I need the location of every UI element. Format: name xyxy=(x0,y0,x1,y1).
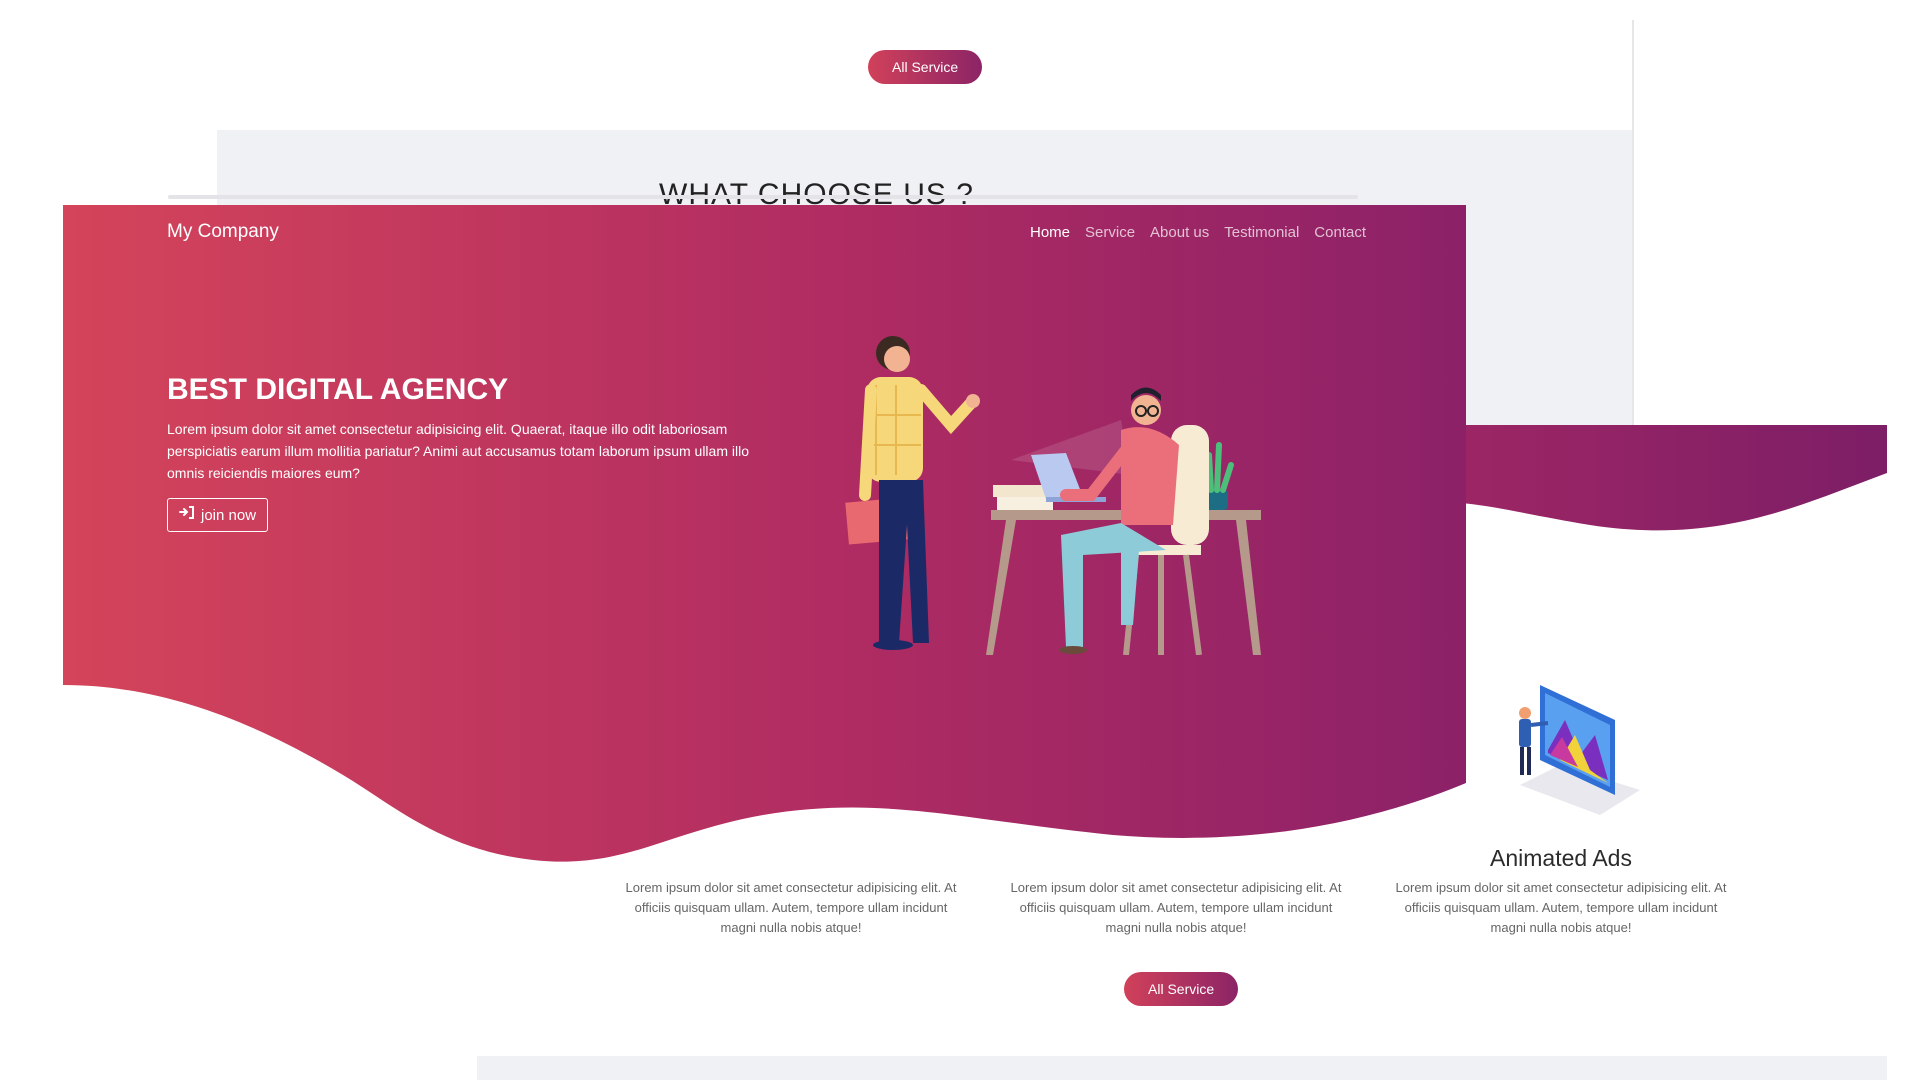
hero-title: BEST DIGITAL AGENCY xyxy=(167,373,509,406)
hero-text: Lorem ipsum dolor sit amet consectetur a… xyxy=(167,421,749,481)
office-people-illustration xyxy=(821,325,1341,656)
hero-section: My Company Home Service About us Testimo… xyxy=(63,195,1466,865)
join-now-label: join now xyxy=(201,506,257,524)
all-service-button-top[interactable]: All Service xyxy=(868,50,983,84)
service-text-2: Lorem ipsum dolor sit amet consectetur a… xyxy=(1010,880,1342,935)
all-service-button-bottom[interactable]: All Service xyxy=(1124,972,1239,1006)
back-page-top: All Service WHAT CHOOSE US ? xyxy=(0,0,1634,425)
service-text-1: Lorem ipsum dolor sit amet consectetur a… xyxy=(625,880,957,935)
page-edge-divider xyxy=(1632,20,1634,425)
brand-logo[interactable]: My Company xyxy=(167,221,279,243)
main-nav: Home Service About us Testimonial Contac… xyxy=(1030,224,1366,241)
why-choose-section-edge xyxy=(1464,210,1632,425)
join-now-button[interactable]: join now xyxy=(167,498,269,532)
nav-home[interactable]: Home xyxy=(1030,224,1070,241)
nav-contact[interactable]: Contact xyxy=(1314,224,1366,241)
back-page-scrollbar xyxy=(168,195,1358,199)
nav-about-us[interactable]: About us xyxy=(1150,224,1209,241)
next-section-band xyxy=(477,1056,1887,1080)
animated-ads-illustration xyxy=(1490,675,1640,820)
sign-in-icon xyxy=(179,506,195,524)
back-page-wave xyxy=(1460,425,1887,535)
service-text-3: Lorem ipsum dolor sit amet consectetur a… xyxy=(1395,880,1727,935)
nav-service[interactable]: Service xyxy=(1085,224,1135,241)
nav-testimonial[interactable]: Testimonial xyxy=(1224,224,1299,241)
